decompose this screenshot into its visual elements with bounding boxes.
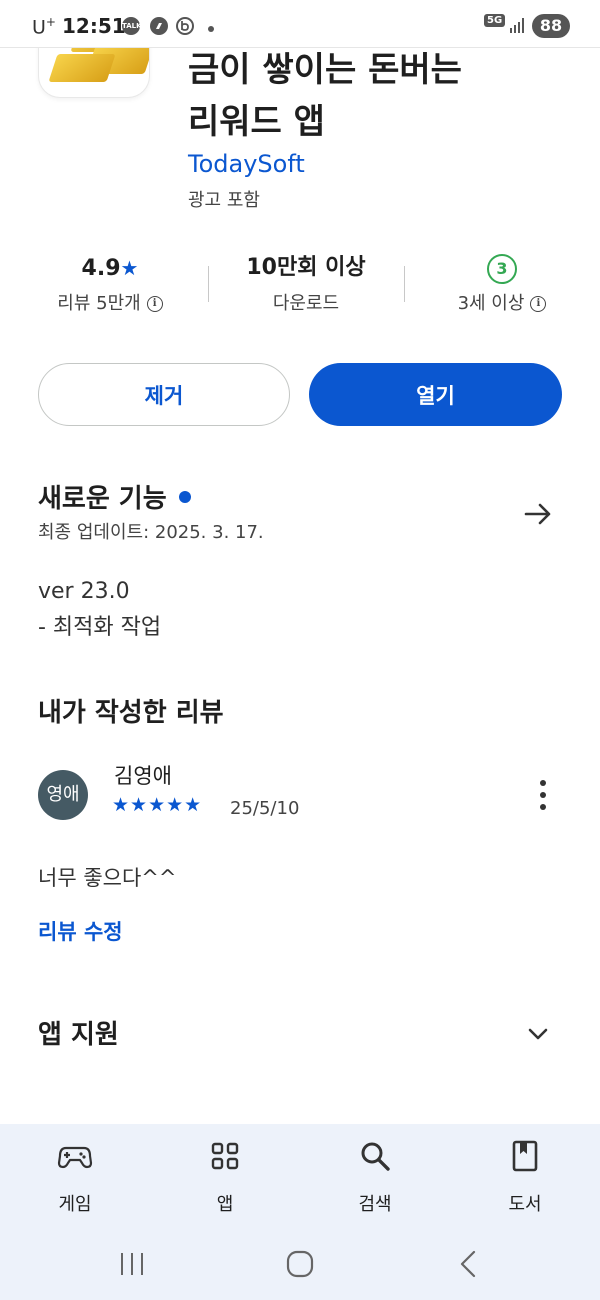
age-rating-label: 3세 이상 [457, 293, 525, 314]
recent-apps-icon[interactable] [112, 1248, 152, 1280]
review-text: 너무 좋으다^^ [38, 866, 177, 890]
app-support-title[interactable]: 앱 지원 [38, 1014, 119, 1051]
reviews-count-label: 리뷰 5만개 [57, 293, 141, 314]
status-bar: U+ 12:51 TALK 5G 88 [0, 0, 600, 48]
downloads-label: 다운로드 [272, 293, 340, 314]
avatar: 영애 [38, 770, 88, 820]
release-notes-version: ver 23.0 [38, 579, 130, 604]
stat-divider [208, 266, 209, 302]
review-date: 25/5/10 [230, 798, 300, 819]
whats-new-title: 새로운 기능 [38, 484, 167, 514]
nav-item-books[interactable]: 도서 [475, 1138, 575, 1216]
search-icon [357, 1138, 393, 1174]
my-review-title: 내가 작성한 리뷰 [38, 698, 224, 728]
downloads-stat: 10만회 이상 다운로드 [214, 250, 398, 322]
gamepad-icon [57, 1138, 93, 1174]
release-notes-text: - 최적화 작업 [38, 615, 162, 640]
system-navigation-bar [0, 1228, 600, 1300]
battery-icon: 88 [532, 14, 570, 38]
more-options-icon[interactable] [532, 778, 554, 812]
info-icon: i [530, 296, 547, 312]
rating-value: 4.9 [81, 256, 121, 281]
last-updated-label: 최종 업데이트: 2025. 3. 17. [38, 522, 264, 543]
stat-divider [404, 266, 405, 302]
network-type-icon: 5G [484, 14, 506, 27]
content-rating-stat[interactable]: 3 3세 이상 i [412, 250, 592, 322]
review-star-rating: ★★★★★ [112, 794, 203, 816]
back-icon[interactable] [448, 1248, 488, 1280]
developer-link[interactable]: TodaySoft [188, 150, 305, 178]
whats-new-section[interactable]: 새로운 기능 [38, 478, 191, 515]
bottom-navigation: 게임 앱 검색 도서 [0, 1124, 600, 1228]
nav-label: 앱 [216, 1194, 234, 1215]
contains-ads-label: 광고 포함 [188, 190, 260, 211]
signal-icon [508, 16, 526, 34]
nav-label: 게임 [58, 1194, 92, 1215]
book-icon [507, 1138, 543, 1174]
arrow-right-icon[interactable] [518, 494, 558, 534]
app-title: 금이 쌓이는 돈버는 리워드 앱 [188, 50, 462, 142]
rating-stat[interactable]: 4.9★ 리뷰 5만개 i [20, 250, 200, 322]
apps-grid-icon [207, 1138, 243, 1174]
kakaotalk-icon: TALK [122, 17, 142, 35]
chevron-down-icon[interactable] [526, 1022, 550, 1046]
reviewer-name: 김영애 [114, 764, 172, 788]
carrier-label: U+ [32, 15, 56, 39]
clock: 12:51 [62, 14, 126, 38]
uninstall-button[interactable]: 제거 [38, 363, 290, 426]
nav-item-search[interactable]: 검색 [325, 1138, 425, 1216]
downloads-value: 10만회 이상 [246, 255, 366, 280]
app-stats: 4.9★ 리뷰 5만개 i 10만회 이상 다운로드 3 3세 이상 i [0, 250, 600, 330]
compass-icon [150, 17, 168, 35]
age-rating-badge-icon: 3 [487, 254, 517, 284]
nav-item-games[interactable]: 게임 [25, 1138, 125, 1216]
home-icon[interactable] [280, 1248, 320, 1280]
nav-label: 검색 [358, 1194, 392, 1215]
star-icon: ★ [120, 256, 139, 280]
notification-dot-icon [208, 26, 214, 32]
nav-label: 도서 [508, 1194, 542, 1215]
new-indicator-dot-icon [178, 490, 191, 503]
band-app-icon [176, 17, 194, 35]
info-icon: i [146, 296, 163, 312]
nav-item-apps[interactable]: 앱 [175, 1138, 275, 1216]
open-button[interactable]: 열기 [309, 363, 562, 426]
release-notes: ver 23.0 - 최적화 작업 [38, 574, 161, 646]
edit-review-link[interactable]: 리뷰 수정 [38, 916, 123, 946]
